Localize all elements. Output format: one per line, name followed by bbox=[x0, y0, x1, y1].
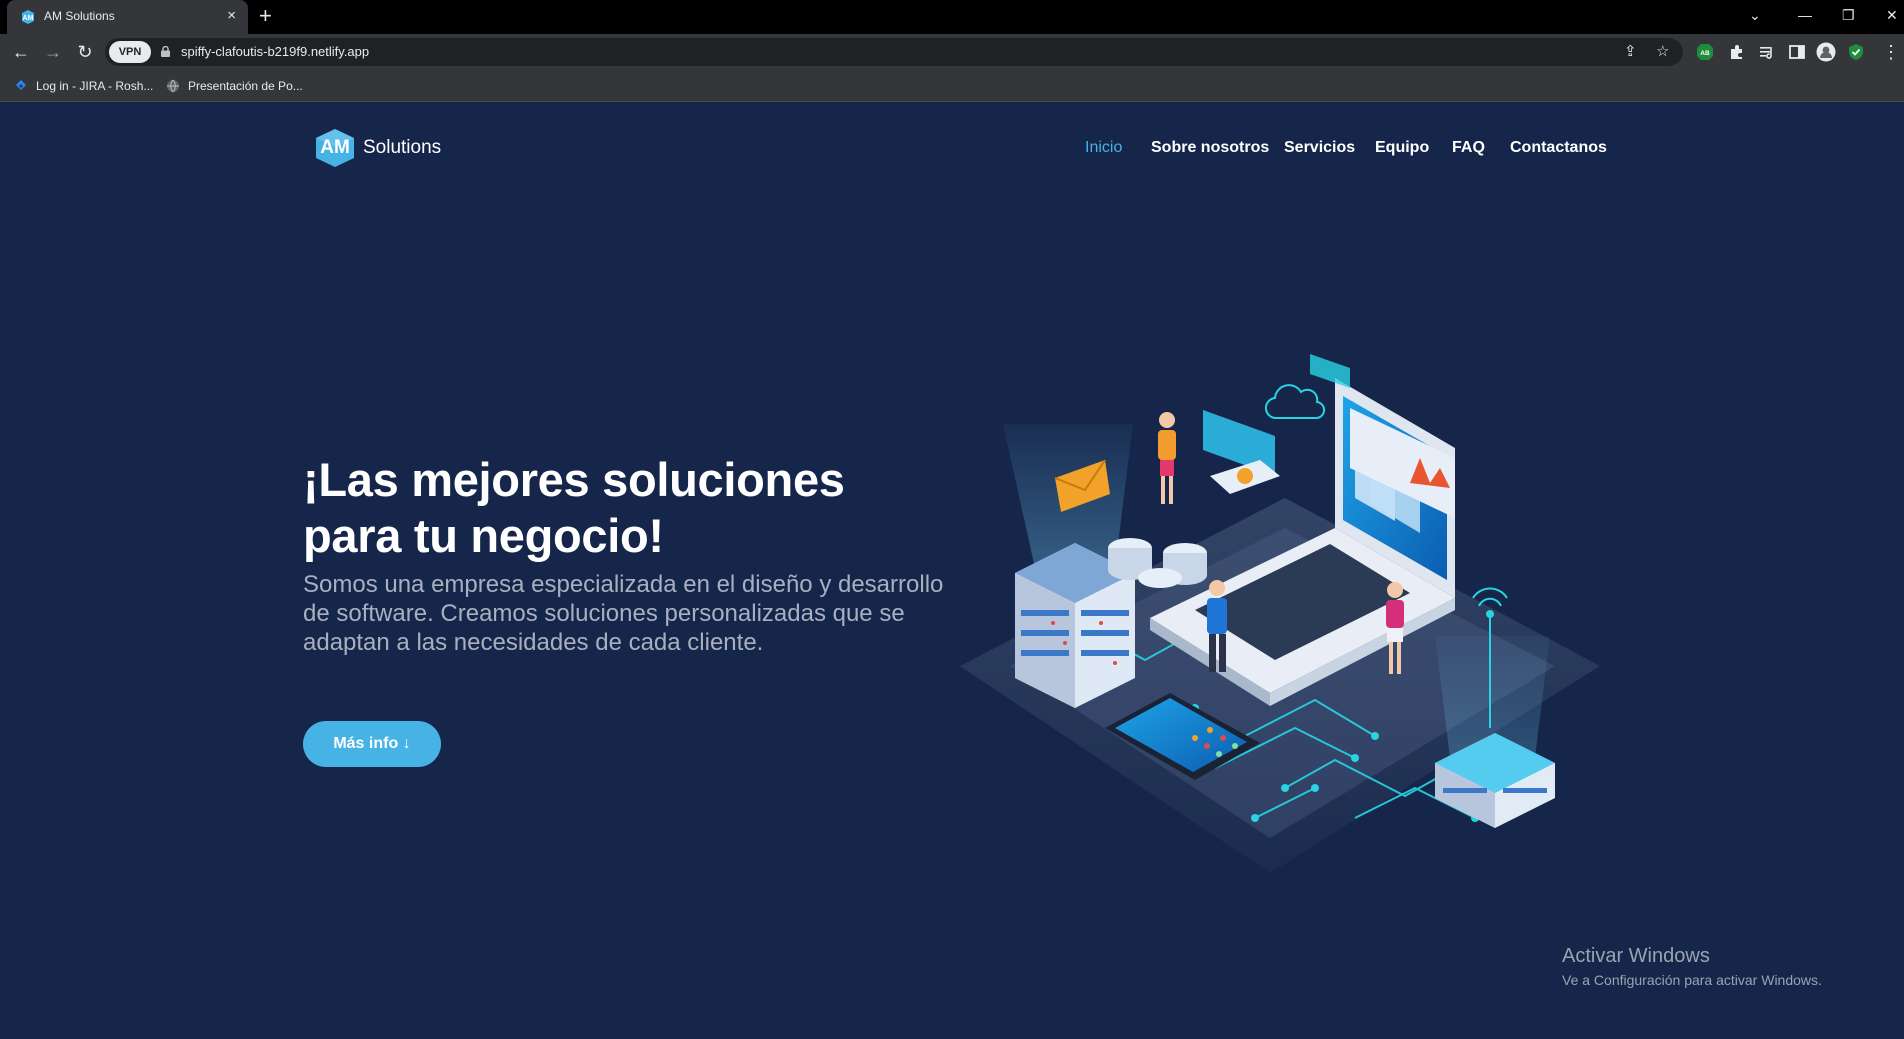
logo-wordmark: Solutions bbox=[363, 137, 442, 158]
minimize-icon[interactable]: — bbox=[1798, 5, 1812, 25]
bookmark-presentacion[interactable]: Presentación de Po... bbox=[166, 77, 303, 95]
site-logo[interactable]: AM Solutions bbox=[313, 126, 441, 170]
nav-contactanos[interactable]: Contactanos bbox=[1510, 139, 1607, 157]
media-control-icon[interactable] bbox=[1758, 43, 1776, 61]
bookmark-star-icon[interactable]: ☆ bbox=[1656, 43, 1669, 61]
activation-title: Activar Windows bbox=[1562, 945, 1710, 967]
menu-icon[interactable]: ⋮ bbox=[1882, 42, 1900, 62]
new-tab-button[interactable]: + bbox=[259, 4, 272, 28]
reload-icon[interactable]: ↻ bbox=[74, 42, 96, 62]
tab-close-icon[interactable]: × bbox=[227, 7, 236, 25]
profile-icon[interactable] bbox=[1816, 42, 1836, 62]
nav-equipo[interactable]: Equipo bbox=[1375, 139, 1429, 157]
hero-subtitle: Somos una empresa especializada en el di… bbox=[303, 571, 944, 656]
windows-activation-watermark: Activar Windows Ve a Configuración para … bbox=[1562, 945, 1822, 988]
nav-inicio[interactable]: Inicio bbox=[1085, 139, 1122, 157]
sidepanel-icon[interactable] bbox=[1788, 43, 1806, 61]
share-icon[interactable]: ⇪ bbox=[1624, 43, 1637, 61]
forward-icon[interactable]: → bbox=[42, 42, 64, 62]
website-viewport: AM Solutions Inicio Sobre nosotros Servi… bbox=[0, 103, 1904, 1039]
svg-text:AB: AB bbox=[1700, 50, 1710, 57]
hero-title: ¡Las mejores soluciones para tu negocio! bbox=[303, 453, 845, 562]
nav-servicios[interactable]: Servicios bbox=[1284, 139, 1355, 157]
lock-icon bbox=[161, 46, 170, 57]
adblock-icon[interactable]: AB bbox=[1696, 43, 1714, 61]
address-bar[interactable]: VPN spiffy-clafoutis-b219f9.netlify.app … bbox=[105, 38, 1683, 66]
bookmarks-bar: Log in - JIRA - Rosh... Presentación de … bbox=[0, 70, 1904, 102]
bookmark-label: Log in - JIRA - Rosh... bbox=[36, 79, 154, 93]
nav-sobre-nosotros[interactable]: Sobre nosotros bbox=[1151, 139, 1269, 157]
url-text: spiffy-clafoutis-b219f9.netlify.app bbox=[181, 44, 370, 59]
nav-faq[interactable]: FAQ bbox=[1452, 139, 1485, 157]
tab-title: AM Solutions bbox=[44, 9, 115, 23]
bookmark-label: Presentación de Po... bbox=[188, 79, 303, 93]
back-icon[interactable]: ← bbox=[10, 42, 32, 62]
svg-text:AM: AM bbox=[23, 15, 34, 22]
activation-subtitle: Ve a Configuración para activar Windows. bbox=[1562, 972, 1822, 988]
shield-check-icon[interactable] bbox=[1847, 43, 1865, 61]
vpn-badge[interactable]: VPN bbox=[109, 41, 151, 63]
logo-initials: AM bbox=[320, 137, 350, 158]
active-tab[interactable]: AM AM Solutions × bbox=[7, 0, 248, 34]
hero-isometric-illustration bbox=[960, 354, 1600, 873]
mas-info-button[interactable]: Más info ↓ bbox=[303, 721, 441, 767]
window-close-icon[interactable]: ✕ bbox=[1886, 5, 1898, 25]
jira-icon bbox=[16, 80, 26, 90]
bookmark-jira[interactable]: Log in - JIRA - Rosh... bbox=[14, 77, 153, 95]
globe-icon bbox=[167, 79, 179, 93]
person-standing-top bbox=[1158, 412, 1176, 504]
tab-strip: AM AM Solutions × + ⌄ — ❐ ✕ bbox=[0, 0, 1904, 34]
logo-badge: AM bbox=[313, 128, 357, 168]
browser-toolbar: ← → ↻ VPN spiffy-clafoutis-b219f9.netlif… bbox=[0, 34, 1904, 70]
extensions-puzzle-icon[interactable] bbox=[1728, 43, 1746, 61]
restore-icon[interactable]: ❐ bbox=[1842, 5, 1855, 25]
am-favicon-icon: AM bbox=[22, 10, 34, 24]
tab-search-icon[interactable]: ⌄ bbox=[1749, 5, 1761, 25]
